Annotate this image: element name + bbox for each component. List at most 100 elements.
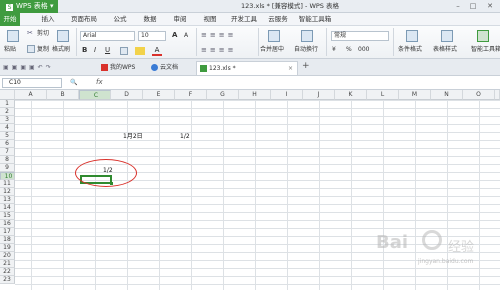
cut-button[interactable]: 剪切 ✂: [27, 29, 57, 38]
column-header-I[interactable]: I: [271, 90, 303, 100]
cell-D5[interactable]: 1月2日: [123, 133, 143, 141]
zoom-icon[interactable]: 🔍: [70, 79, 77, 86]
column-header-E[interactable]: E: [143, 90, 175, 100]
new-tab-icon[interactable]: +: [302, 61, 310, 71]
column-header-G[interactable]: G: [207, 90, 239, 100]
row-header-11[interactable]: 11: [0, 180, 15, 188]
column-header-M[interactable]: M: [399, 90, 431, 100]
format-painter-button[interactable]: 格式刷: [52, 46, 70, 54]
row-header-16[interactable]: 16: [0, 220, 15, 228]
font-name-select[interactable]: Arial: [80, 31, 135, 41]
shrink-font-button[interactable]: A: [184, 32, 188, 40]
grow-font-button[interactable]: A: [172, 31, 177, 39]
column-header-D[interactable]: D: [111, 90, 143, 100]
border-icon[interactable]: [120, 47, 128, 55]
tab-developer[interactable]: 开发工具: [230, 13, 258, 26]
smart-toolbox-button[interactable]: 智能工具箱: [471, 46, 500, 54]
ribbon-separator: [258, 28, 259, 56]
row-header-12[interactable]: 12: [0, 188, 15, 196]
paste-button[interactable]: 粘贴: [4, 46, 16, 54]
conditional-format-icon[interactable]: [406, 30, 418, 42]
column-header-H[interactable]: H: [239, 90, 271, 100]
close-icon[interactable]: ✕: [484, 0, 496, 13]
fill-color-icon[interactable]: [135, 47, 145, 55]
row-header-19[interactable]: 19: [0, 244, 15, 252]
row-header-15[interactable]: 15: [0, 212, 15, 220]
watermark-brand: Bai: [376, 232, 409, 253]
row-header-21[interactable]: 21: [0, 260, 15, 268]
row-header-22[interactable]: 22: [0, 268, 15, 276]
align-horizontal-icons[interactable]: ≡≡≡≡: [201, 46, 257, 54]
table-style-button[interactable]: 表格样式: [433, 46, 457, 54]
tab-smart-toolbox[interactable]: 智能工具箱: [298, 13, 332, 26]
row-header-17[interactable]: 17: [0, 228, 15, 236]
maximize-icon[interactable]: □: [467, 0, 479, 13]
tab-cloud-service[interactable]: 云服务: [266, 13, 290, 26]
row-header-7[interactable]: 7: [0, 148, 15, 156]
align-top-icons[interactable]: ≡≡≡≡: [201, 31, 257, 39]
tab-page-layout[interactable]: 页面布局: [68, 13, 100, 26]
fx-icon[interactable]: fx: [96, 78, 103, 86]
row-header-9[interactable]: 9: [0, 164, 15, 172]
column-header-N[interactable]: N: [431, 90, 463, 100]
conditional-format-button[interactable]: 条件格式: [398, 46, 422, 54]
tab-view[interactable]: 视图: [200, 13, 220, 26]
column-header-B[interactable]: B: [47, 90, 79, 100]
table-style-icon[interactable]: [441, 30, 453, 42]
doc-tab-123-xls[interactable]: 123.xls * ×: [196, 61, 298, 75]
ribbon-separator: [196, 28, 197, 56]
bold-button[interactable]: B: [82, 46, 87, 54]
name-box[interactable]: C10: [2, 78, 62, 88]
column-header-L[interactable]: L: [367, 90, 399, 100]
paste-icon[interactable]: [7, 30, 19, 42]
row-header-18[interactable]: 18: [0, 236, 15, 244]
row-header-2[interactable]: 2: [0, 108, 15, 116]
formula-input[interactable]: [110, 78, 498, 88]
cell-F5[interactable]: 1/2: [180, 133, 190, 141]
number-format-select[interactable]: 常规: [331, 31, 389, 41]
row-header-20[interactable]: 20: [0, 252, 15, 260]
minimize-icon[interactable]: –: [452, 0, 464, 13]
tab-data[interactable]: 数据: [140, 13, 160, 26]
row-header-6[interactable]: 6: [0, 140, 15, 148]
column-header-A[interactable]: A: [15, 90, 47, 100]
row-header-10[interactable]: 10: [0, 172, 15, 180]
column-header-F[interactable]: F: [175, 90, 207, 100]
app-menu-button[interactable]: S WPS 表格 ▾: [0, 0, 58, 13]
row-header-8[interactable]: 8: [0, 156, 15, 164]
wrap-text-icon[interactable]: [301, 30, 313, 42]
tab-start[interactable]: 开始: [0, 13, 20, 26]
row-header-4[interactable]: 4: [0, 124, 15, 132]
doc-tab-cloud-docs[interactable]: 云文档: [148, 61, 194, 75]
close-tab-icon[interactable]: ×: [288, 62, 293, 76]
currency-button[interactable]: ¥: [332, 46, 336, 54]
merge-center-icon[interactable]: [268, 30, 280, 42]
tab-insert[interactable]: 插入: [38, 13, 58, 26]
quick-access-icons[interactable]: ▣▣▣▣↶↷: [3, 64, 83, 72]
row-header-5[interactable]: 5: [0, 132, 15, 140]
column-header-J[interactable]: J: [303, 90, 335, 100]
underline-button[interactable]: U: [105, 46, 110, 54]
select-all-corner[interactable]: [0, 90, 15, 100]
tab-formulas[interactable]: 公式: [110, 13, 130, 26]
merge-center-button[interactable]: 合并居中: [260, 46, 284, 54]
tab-review[interactable]: 审阅: [170, 13, 190, 26]
row-header-3[interactable]: 3: [0, 116, 15, 124]
column-header-O[interactable]: O: [463, 90, 495, 100]
wps-logo-icon: S: [6, 4, 13, 11]
row-header-1[interactable]: 1: [0, 100, 15, 108]
font-color-icon[interactable]: A: [152, 46, 162, 56]
doc-tab-my-wps[interactable]: 我的WPS: [98, 61, 148, 75]
format-painter-icon[interactable]: [57, 30, 69, 42]
column-header-C[interactable]: C: [79, 90, 111, 100]
row-header-23[interactable]: 23: [0, 276, 15, 284]
comma-style-button[interactable]: 000: [358, 46, 369, 54]
wrap-text-button[interactable]: 自动换行: [294, 46, 318, 54]
italic-button[interactable]: I: [94, 46, 96, 54]
smart-toolbox-icon[interactable]: [477, 30, 489, 42]
column-header-K[interactable]: K: [335, 90, 367, 100]
percent-button[interactable]: %: [346, 46, 352, 54]
row-header-14[interactable]: 14: [0, 204, 15, 212]
font-size-select[interactable]: 10: [138, 31, 166, 41]
row-header-13[interactable]: 13: [0, 196, 15, 204]
